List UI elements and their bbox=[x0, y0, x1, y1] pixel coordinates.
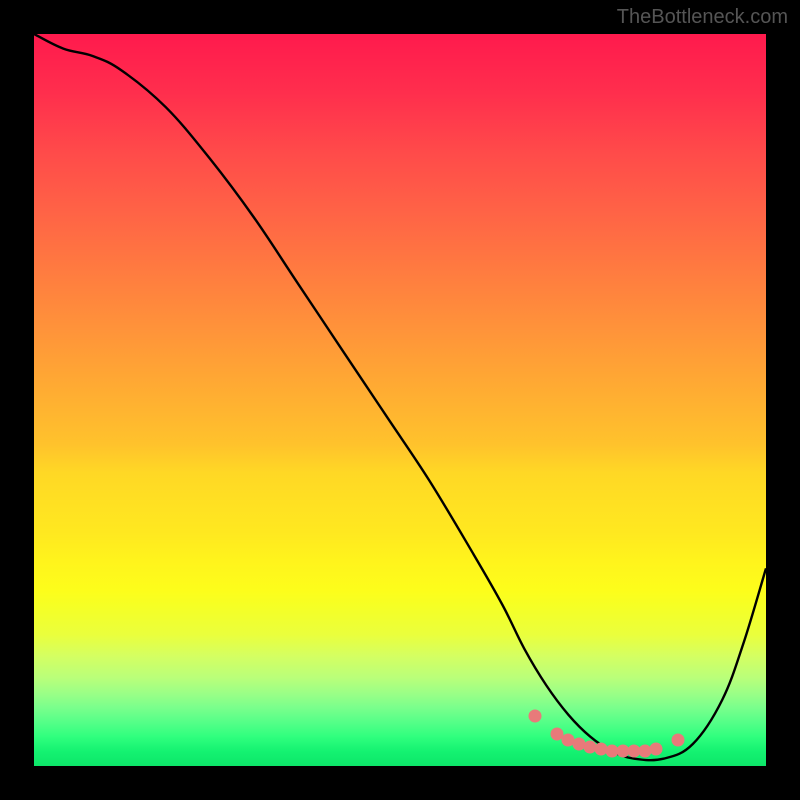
chart-valley-dot bbox=[529, 710, 542, 723]
chart-plot-area bbox=[34, 34, 766, 766]
watermark-text: TheBottleneck.com bbox=[617, 6, 788, 29]
chart-valley-dot bbox=[650, 743, 663, 756]
chart-valley-dot bbox=[672, 733, 685, 746]
chart-valley-markers bbox=[34, 34, 766, 766]
